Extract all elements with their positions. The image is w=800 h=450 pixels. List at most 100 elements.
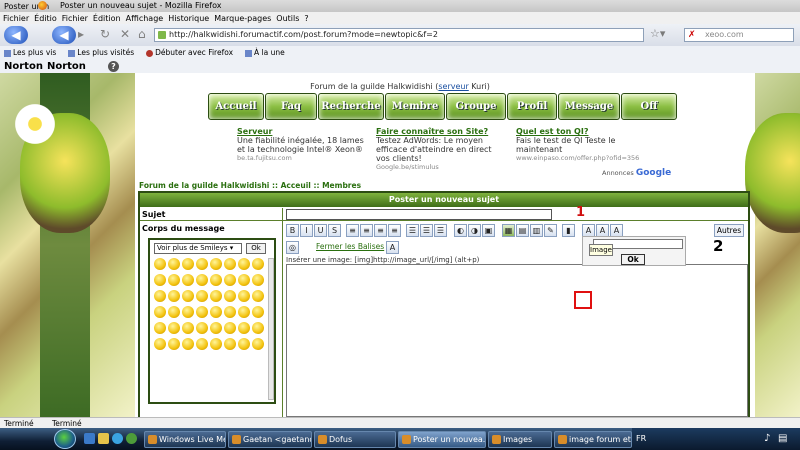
image-button-icon[interactable]: ▦ [502, 224, 515, 237]
bookmark-les-plus-vis[interactable]: Les plus vis [4, 48, 56, 57]
smiley-icon[interactable] [196, 290, 208, 302]
align-center-button-icon[interactable]: ≡ [360, 224, 373, 237]
smiley-icon[interactable] [210, 306, 222, 318]
taskbar-button[interactable]: Images [488, 431, 552, 448]
smiley-icon[interactable] [196, 306, 208, 318]
smiley-icon[interactable] [238, 258, 250, 270]
table-button-icon[interactable]: ▣ [482, 224, 495, 237]
smiley-icon[interactable] [182, 290, 194, 302]
align-left-button-icon[interactable]: ≡ [346, 224, 359, 237]
menu-fichier-ghost[interactable]: Fichier [3, 14, 29, 23]
smiley-icon[interactable] [238, 274, 250, 286]
smiley-icon[interactable] [238, 306, 250, 318]
menu-historique[interactable]: Historique [168, 14, 209, 23]
media-player-icon[interactable] [126, 433, 137, 444]
menu-affichage[interactable]: Affichage [126, 14, 164, 23]
taskbar-button[interactable]: Poster un nouvea... [398, 431, 486, 448]
smiley-icon[interactable] [238, 338, 250, 350]
smiley-icon[interactable] [224, 306, 236, 318]
forward-icon[interactable]: ▸ [78, 27, 84, 41]
norton-menu[interactable]: Norton [47, 61, 86, 72]
bookmark-debuter-firefox[interactable]: Débuter avec Firefox [146, 48, 233, 57]
menu-fichier[interactable]: Fichier [62, 14, 88, 23]
smiley-icon[interactable] [196, 258, 208, 270]
start-button[interactable] [54, 429, 76, 449]
smiley-icon[interactable] [168, 258, 180, 270]
autres-button[interactable]: Autres [714, 224, 744, 237]
ad-headline[interactable]: Serveur [237, 127, 367, 136]
italic-button-icon[interactable]: I [300, 224, 313, 237]
nav-groupe[interactable]: Groupe [446, 93, 506, 120]
bold-button-icon[interactable]: B [286, 224, 299, 237]
popup-ok-button[interactable]: Ok [621, 254, 645, 265]
bookmark-a-la-une[interactable]: À la une [245, 48, 285, 57]
menu-edition[interactable]: Édition [93, 14, 121, 23]
nav-off[interactable]: Off [621, 93, 677, 120]
ad-headline[interactable]: Faire connaître son Site? [376, 127, 506, 136]
url-button-icon[interactable]: ▤ [516, 224, 529, 237]
smiley-icon[interactable] [168, 338, 180, 350]
smiley-icon[interactable] [196, 274, 208, 286]
code-button-icon[interactable]: ◑ [468, 224, 481, 237]
smiley-icon[interactable] [196, 338, 208, 350]
smiley-icon[interactable] [182, 274, 194, 286]
nav-message[interactable]: Message [558, 93, 620, 120]
smiley-icon[interactable] [210, 322, 222, 334]
smiley-icon[interactable] [154, 306, 166, 318]
smiley-icon[interactable] [154, 258, 166, 270]
message-textarea[interactable] [286, 264, 748, 417]
menu-help[interactable]: ? [304, 14, 308, 23]
nav-membre[interactable]: Membre [385, 93, 445, 120]
smiley-icon[interactable] [154, 290, 166, 302]
ads-by-google[interactable]: Annonces Google [602, 168, 671, 178]
breadcrumb[interactable]: Forum de la guilde Halkwidishi :: Acceui… [139, 181, 361, 190]
smiley-icon[interactable] [210, 338, 222, 350]
smiley-icon[interactable] [210, 290, 222, 302]
smiley-scrollbar[interactable] [268, 258, 274, 400]
url-bar[interactable]: http://halkwidishi.forumactif.com/post.f… [154, 28, 644, 42]
ie-icon[interactable] [112, 433, 123, 444]
smiley-icon[interactable] [154, 338, 166, 350]
smiley-icon[interactable] [168, 274, 180, 286]
smiley-icon[interactable] [252, 258, 264, 270]
smiley-icon[interactable] [182, 322, 194, 334]
list-button-icon[interactable]: ☰ [406, 224, 419, 237]
underline-button-icon[interactable]: U [314, 224, 327, 237]
align-right-button-icon[interactable]: ≡ [374, 224, 387, 237]
smiley-icon[interactable] [224, 258, 236, 270]
ad-block[interactable]: Quel est ton QI? Fais le test de QI Test… [516, 127, 646, 162]
smiley-icon[interactable] [238, 322, 250, 334]
justify-button-icon[interactable]: ≡ [388, 224, 401, 237]
network-icon[interactable]: ▤ [778, 433, 787, 444]
smiley-icon[interactable] [182, 338, 194, 350]
taskbar-button[interactable]: image forum eta... [554, 431, 632, 448]
smiley-icon[interactable] [210, 274, 222, 286]
hr-button-icon[interactable]: ▥ [530, 224, 543, 237]
quote-button-icon[interactable]: ◐ [454, 224, 467, 237]
smiley-icon[interactable] [168, 290, 180, 302]
smiley-icon[interactable] [154, 274, 166, 286]
indent-button-icon[interactable]: ☰ [434, 224, 447, 237]
norton-label[interactable]: Norton [4, 61, 43, 72]
nav-faq[interactable]: Faq [265, 93, 317, 120]
show-desktop-icon[interactable] [84, 433, 95, 444]
bg-button-icon[interactable]: ▮ [562, 224, 575, 237]
smiley-icon[interactable] [154, 322, 166, 334]
smiley-icon[interactable] [168, 322, 180, 334]
taskbar-button[interactable]: Windows Live Me... [144, 431, 226, 448]
menu-marque-pages[interactable]: Marque-pages [214, 14, 271, 23]
taskbar-button[interactable]: Dofus [314, 431, 396, 448]
back-button-2[interactable]: ◀ [52, 26, 76, 44]
clear-format-icon[interactable]: A [386, 241, 399, 254]
menu-edition-ghost[interactable]: Éditio [34, 14, 57, 23]
smiley-icon[interactable] [196, 322, 208, 334]
smiley-icon[interactable] [252, 338, 264, 350]
taskbar-button[interactable]: Gaetan <gaetand... [228, 431, 312, 448]
smiley-icon[interactable] [210, 258, 222, 270]
preview-icon[interactable]: ◎ [286, 241, 299, 254]
ad-headline[interactable]: Quel est ton QI? [516, 127, 646, 136]
smiley-select[interactable]: Voir plus de Smileys ▾ [154, 243, 242, 254]
smiley-icon[interactable] [238, 290, 250, 302]
smiley-icon[interactable] [224, 322, 236, 334]
strike-button-icon[interactable]: S [328, 224, 341, 237]
